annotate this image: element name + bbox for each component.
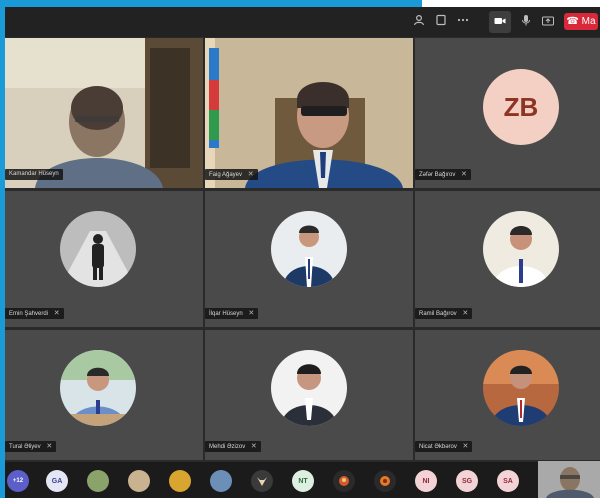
- chat-icon[interactable]: [432, 13, 450, 31]
- participant-name-tag: Kamandar Hüseyn: [5, 169, 63, 180]
- mic-off-icon: ✕: [250, 443, 257, 450]
- meeting-window: ☎ Ma Kamandar Hüseyn Faig Ağayev ✕ ZB Zə…: [5, 7, 600, 498]
- participant-avatar[interactable]: [128, 470, 150, 492]
- fox-icon: [257, 477, 267, 486]
- video-tile-7[interactable]: Tural Əliyev ✕: [5, 330, 203, 460]
- participant-avatar[interactable]: SG: [456, 470, 478, 492]
- video-tile-5[interactable]: İlqar Hüseyn ✕: [205, 191, 413, 327]
- avatar: [271, 350, 347, 426]
- mic-icon[interactable]: [517, 13, 535, 31]
- avatar: [60, 211, 136, 287]
- avatar: [483, 350, 559, 426]
- participant-avatar[interactable]: [210, 470, 232, 492]
- mic-off-icon: ✕: [46, 443, 53, 450]
- flower-icon: [380, 476, 390, 486]
- mic-off-icon: ✕: [248, 310, 255, 317]
- participant-avatar[interactable]: NI: [415, 470, 437, 492]
- video-tile-2[interactable]: Faig Ağayev ✕: [205, 38, 413, 188]
- leave-button[interactable]: ☎ Ma: [564, 13, 598, 30]
- participant-name-tag: Ramil Bağırov ✕: [415, 308, 473, 319]
- mic-off-icon: ✕: [53, 310, 60, 317]
- participant-video: [205, 38, 413, 188]
- mic-off-icon: ✕: [462, 310, 469, 317]
- avatar-initials: ZB: [483, 69, 559, 145]
- mic-off-icon: ✕: [247, 171, 254, 178]
- self-view-video[interactable]: [538, 461, 600, 498]
- participant-avatar[interactable]: GA: [46, 470, 68, 492]
- more-icon[interactable]: [454, 13, 472, 31]
- participant-avatar[interactable]: [87, 470, 109, 492]
- video-tile-4[interactable]: Emin Şahverdi ✕: [5, 191, 203, 327]
- camera-icon[interactable]: [489, 11, 511, 33]
- participant-name-tag: Tural Əliyev ✕: [5, 441, 57, 452]
- meeting-toolbar: ☎ Ma: [5, 7, 600, 37]
- participant-name-tag: Zəfər Bağırov ✕: [415, 169, 471, 180]
- video-tile-8[interactable]: Mehdi Əzizov ✕: [205, 330, 413, 460]
- participant-name-tag: İlqar Hüseyn ✕: [205, 308, 259, 319]
- participant-avatar[interactable]: NT: [292, 470, 314, 492]
- top-accent-bar: [0, 0, 422, 7]
- people-icon[interactable]: [410, 13, 428, 31]
- more-participants-badge[interactable]: +12: [7, 470, 29, 492]
- avatar: [60, 350, 136, 426]
- participant-avatar[interactable]: [251, 470, 273, 492]
- mic-off-icon: ✕: [462, 443, 469, 450]
- participant-name-tag: Faig Ağayev ✕: [205, 169, 258, 180]
- participant-avatar[interactable]: [333, 470, 355, 492]
- avatar: [271, 211, 347, 287]
- video-tile-6[interactable]: Ramil Bağırov ✕: [415, 191, 600, 327]
- mic-off-icon: ✕: [461, 171, 467, 178]
- participant-name-tag: Mehdi Əzizov ✕: [205, 441, 261, 452]
- share-icon[interactable]: [539, 13, 557, 31]
- video-tile-3[interactable]: ZB Zəfər Bağırov ✕: [415, 38, 600, 188]
- participant-avatar[interactable]: [374, 470, 396, 492]
- video-tile-1[interactable]: Kamandar Hüseyn: [5, 38, 203, 188]
- participant-name-tag: Nicat Əkbərov ✕: [415, 441, 473, 452]
- participant-strip: +12 GA NT NI SG SA: [5, 462, 600, 498]
- avatar: [483, 211, 559, 287]
- phone-icon: ☎: [566, 16, 579, 27]
- participant-name-tag: Emin Şahverdi ✕: [5, 308, 64, 319]
- participant-avatar[interactable]: SA: [497, 470, 519, 492]
- character-icon: [339, 476, 349, 486]
- participant-video: [5, 38, 203, 188]
- participant-avatar[interactable]: [169, 470, 191, 492]
- video-tile-9[interactable]: Nicat Əkbərov ✕: [415, 330, 600, 460]
